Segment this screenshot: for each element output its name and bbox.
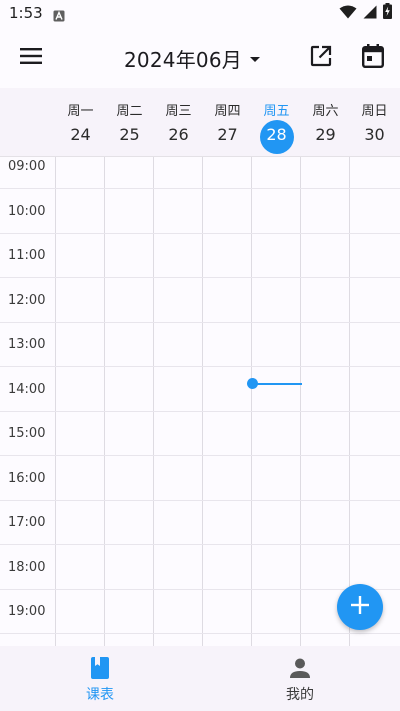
status-bar: 1:53 [0, 0, 400, 28]
menu-button[interactable] [10, 39, 52, 77]
day-column-sun[interactable]: 周日 30 [350, 88, 399, 156]
grid-row-divider [0, 500, 400, 501]
hour-label: 19:00 [8, 604, 46, 619]
signal-icon [363, 4, 377, 23]
day-column-thu[interactable]: 周四 27 [203, 88, 252, 156]
week-header: 周一 24 周二 25 周三 26 周四 27 周五 28 周六 29 周日 3… [0, 88, 400, 156]
bottom-navigation: 课表 我的 [0, 646, 400, 711]
grid-row-divider [0, 589, 400, 590]
nav-item-timetable[interactable]: 课表 [0, 646, 200, 711]
day-name: 周日 [361, 104, 388, 119]
day-date: 30 [364, 125, 385, 144]
grid-row-divider [0, 633, 400, 634]
day-name: 周二 [116, 104, 143, 119]
a-badge-icon [53, 7, 65, 22]
day-date: 26 [168, 125, 189, 144]
hour-label: 11:00 [8, 248, 46, 263]
day-column-sat[interactable]: 周六 29 [301, 88, 350, 156]
hour-label: 09:00 [8, 159, 46, 174]
grid-column-divider [202, 157, 203, 647]
day-date: 28 [266, 125, 287, 144]
book-icon [88, 656, 112, 680]
day-date: 27 [217, 125, 238, 144]
day-name: 周六 [312, 104, 339, 119]
wifi-icon [339, 4, 357, 23]
hour-label: 15:00 [8, 426, 46, 441]
grid-column-divider [153, 157, 154, 647]
day-name: 周四 [214, 104, 241, 119]
current-time-line [252, 383, 302, 385]
month-title: 2024年06月 [124, 47, 242, 72]
day-name: 周一 [67, 104, 94, 119]
day-date: 29 [315, 125, 336, 144]
hour-label: 14:00 [8, 382, 46, 397]
calendar-button[interactable] [354, 39, 392, 77]
day-column-mon[interactable]: 周一 24 [56, 88, 105, 156]
battery-charging-icon [383, 3, 392, 23]
day-name: 周五 [263, 104, 290, 119]
nav-item-profile[interactable]: 我的 [200, 646, 400, 711]
grid-column-divider [104, 157, 105, 647]
person-icon [288, 656, 312, 680]
grid-column-divider [55, 157, 56, 647]
hour-label: 13:00 [8, 337, 46, 352]
hour-label: 18:00 [8, 560, 46, 575]
hour-label: 10:00 [8, 204, 46, 219]
calendar-today-icon [362, 44, 385, 72]
open-external-button[interactable] [302, 39, 340, 77]
day-column-fri-today[interactable]: 周五 28 [252, 88, 301, 156]
grid-row-divider [0, 455, 400, 456]
app-screen: 1:53 2024年06月 周一 24 周二 25 周三 26 周四 27 周五… [0, 0, 400, 711]
grid-row-divider [0, 233, 400, 234]
hour-label: 16:00 [8, 471, 46, 486]
status-icons [339, 3, 392, 23]
grid-row-divider [0, 411, 400, 412]
day-date: 24 [70, 125, 91, 144]
menu-icon [20, 48, 42, 68]
timetable-grid[interactable]: 09:00 10:00 11:00 12:00 13:00 14:00 15:0… [0, 156, 400, 647]
nav-label: 课表 [86, 687, 114, 703]
nav-label: 我的 [286, 687, 314, 703]
dropdown-arrow-icon [249, 56, 260, 62]
day-name: 周三 [165, 104, 192, 119]
top-app-bar: 2024年06月 [0, 28, 400, 88]
grid-column-divider [300, 157, 301, 647]
hour-label: 12:00 [8, 293, 46, 308]
status-time: 1:53 [9, 4, 43, 22]
day-date: 25 [119, 125, 140, 144]
day-column-wed[interactable]: 周三 26 [154, 88, 203, 156]
grid-row-divider [0, 366, 400, 367]
add-icon [350, 595, 370, 619]
grid-column-divider [251, 157, 252, 647]
open-in-new-icon [310, 45, 332, 71]
grid-row-divider [0, 322, 400, 323]
grid-row-divider [0, 277, 400, 278]
grid-row-divider [0, 544, 400, 545]
month-selector[interactable]: 2024年06月 [124, 43, 260, 73]
day-column-tue[interactable]: 周二 25 [105, 88, 154, 156]
add-course-button[interactable] [337, 584, 383, 630]
grid-column-divider [349, 157, 350, 647]
grid-row-divider [0, 188, 400, 189]
hour-label: 17:00 [8, 515, 46, 530]
